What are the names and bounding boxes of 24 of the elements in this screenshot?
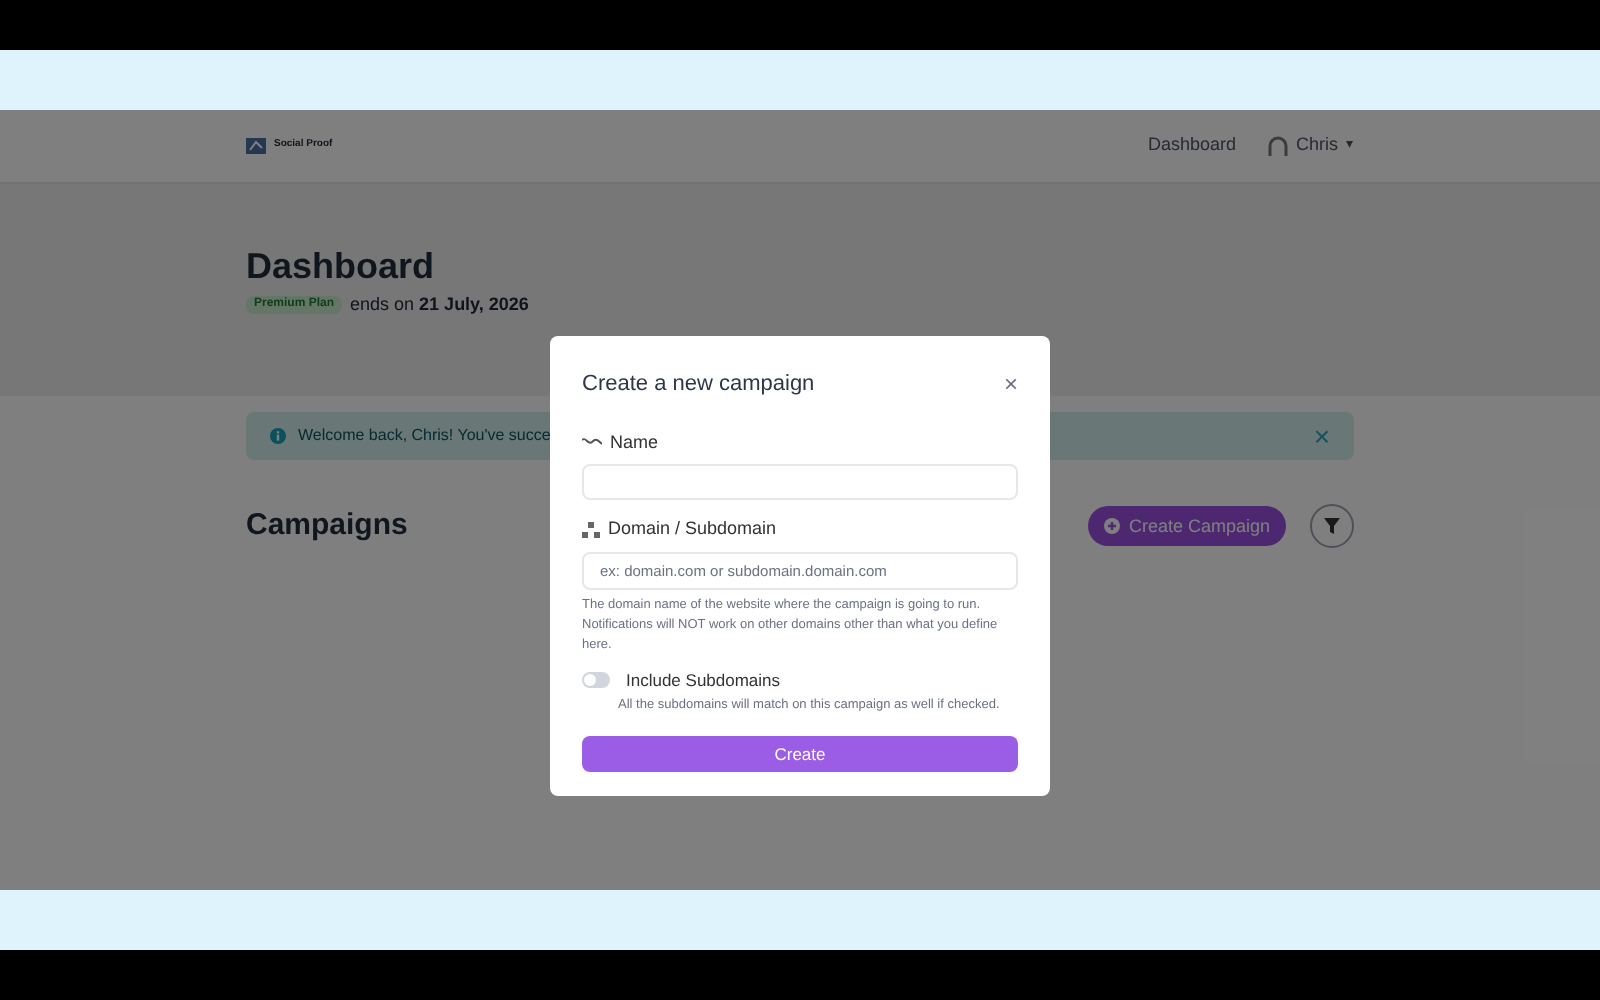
- info-icon: [270, 428, 286, 444]
- nav-link[interactable]: Dashboard: [1147, 132, 1236, 160]
- signature-icon: [582, 436, 602, 449]
- close-button[interactable]: ×: [1313, 422, 1330, 450]
- create-campaign-button[interactable]: Create Campaign: [1088, 506, 1286, 547]
- close-button[interactable]: ×: [1003, 372, 1018, 397]
- sitemap-icon: [582, 521, 600, 538]
- toggle-switch[interactable]: [582, 671, 610, 688]
- filter-icon: [1324, 518, 1340, 535]
- logo-icon: [246, 136, 266, 156]
- alert-text: Welcome back, Chris! You've succe: [298, 424, 551, 448]
- section-title: Campaigns: [246, 506, 408, 546]
- name-field[interactable]: [582, 464, 1018, 500]
- plan-text: ends on 21 July, 2026: [350, 291, 529, 318]
- page-title: Dashboard: [246, 244, 437, 289]
- plus-circle-icon: [1104, 518, 1121, 535]
- user-menu[interactable]: Chris: [1295, 132, 1338, 160]
- create-button[interactable]: Create: [582, 736, 1018, 772]
- filter-button[interactable]: [1310, 504, 1354, 549]
- field-label: Name: [610, 429, 659, 455]
- user-icon: [1267, 136, 1288, 156]
- modal-title: Create a new campaign: [582, 370, 815, 400]
- field-label: Domain / Subdomain: [608, 516, 777, 542]
- toggle-label: Include Subdomains: [626, 667, 781, 693]
